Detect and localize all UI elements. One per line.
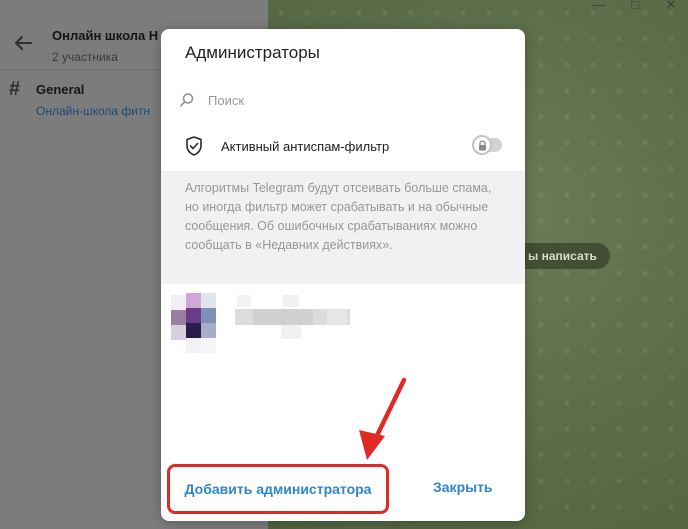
back-arrow-icon[interactable]: [12, 32, 34, 54]
topic-title[interactable]: General: [36, 82, 84, 97]
antispam-row[interactable]: Активный антиспам-фильтр: [161, 127, 525, 169]
admin-list-item[interactable]: [161, 291, 525, 361]
antispam-toggle[interactable]: [472, 135, 502, 155]
blur-pixel: [327, 309, 347, 325]
avatar-pixel: [186, 338, 201, 353]
search-row: [161, 86, 525, 116]
avatar-pixel: [171, 295, 186, 310]
avatar: [170, 293, 220, 361]
dialog-title: Администраторы: [185, 43, 320, 62]
antispam-info-box: Алгоритмы Telegram будут отсеивать больш…: [161, 171, 525, 284]
admin-name-redacted: [235, 293, 350, 351]
avatar-pixel: [201, 293, 216, 308]
blur-pixel: [283, 295, 299, 307]
hashtag-icon: #: [9, 78, 21, 100]
add-admin-button[interactable]: Добавить администратора: [167, 464, 389, 514]
shield-icon: [186, 136, 202, 156]
toggle-knob: [472, 135, 492, 155]
avatar-pixel: [186, 308, 201, 323]
administrators-dialog: Администраторы Активный антиспам-фильтр …: [161, 29, 525, 521]
lock-icon: [479, 140, 486, 151]
blur-pixel: [253, 309, 313, 325]
window-titlebar: — □ ✕: [268, 0, 688, 14]
antispam-label: Активный антиспам-фильтр: [221, 139, 390, 154]
avatar-pixel: [201, 323, 216, 338]
antispam-info-text: Алгоритмы Telegram будут отсеивать больш…: [185, 181, 492, 252]
avatar-pixel: [171, 325, 186, 340]
close-button[interactable]: Закрыть: [433, 479, 493, 495]
dialog-footer: Добавить администратора Закрыть: [161, 464, 525, 521]
blur-pixel: [281, 325, 301, 339]
chat-title[interactable]: Онлайн школа Н: [52, 28, 158, 43]
topic-last-message: Онлайн-школа фитн: [36, 104, 151, 118]
minimize-icon[interactable]: —: [589, 0, 609, 14]
close-window-icon[interactable]: ✕: [661, 0, 681, 14]
avatar-pixel: [171, 310, 186, 325]
avatar-pixel: [201, 308, 216, 323]
blur-pixel: [237, 295, 251, 307]
search-icon: [180, 93, 194, 107]
avatar-pixel: [201, 338, 216, 353]
search-input[interactable]: [208, 90, 488, 110]
avatar-pixel: [186, 293, 201, 308]
chat-members-count: 2 участника: [52, 50, 118, 64]
maximize-icon[interactable]: □: [625, 0, 645, 14]
avatar-pixel: [186, 323, 201, 338]
